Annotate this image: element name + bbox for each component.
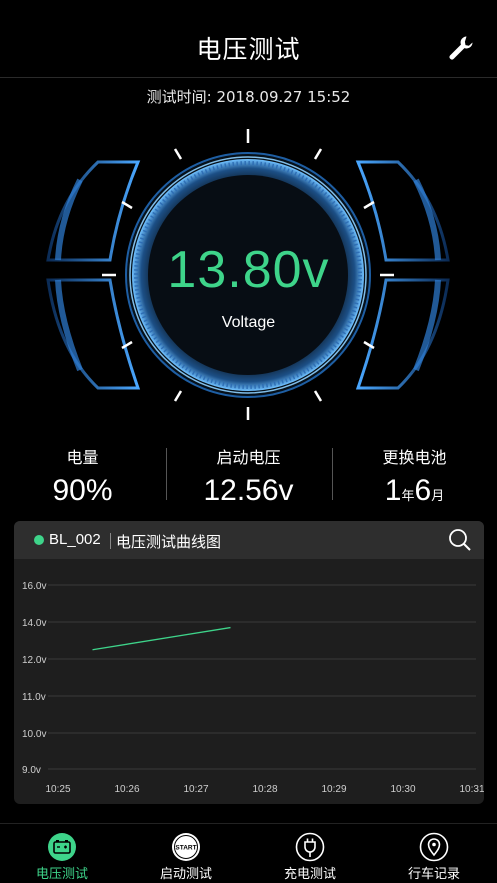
y-tick-label: 16.0v <box>22 581 46 592</box>
stat-replace-battery: 更换电池 1年6月 <box>332 440 497 508</box>
nav-driving-record[interactable]: 行车记录 <box>372 824 496 883</box>
divider <box>110 533 111 549</box>
months-value: 6 <box>414 474 432 507</box>
x-tick-label: 10:29 <box>321 784 346 795</box>
x-tick-label: 10:30 <box>390 784 415 795</box>
months-unit: 月 <box>431 488 445 503</box>
stat-label: 更换电池 <box>382 448 447 467</box>
y-tick-label: 10.0v <box>22 729 46 740</box>
nav-voltage-test[interactable]: 电压测试 <box>0 824 124 883</box>
stats-row: 电量 90% 启动电压 12.56v 更换电池 1年6月 <box>0 440 497 510</box>
stat-value: 12.56v <box>203 474 294 507</box>
x-tick-label: 10:25 <box>45 784 70 795</box>
y-tick-label: 9.0v <box>22 765 41 776</box>
y-tick-label: 11.0v <box>22 692 46 703</box>
years-value: 1 <box>384 474 402 507</box>
status-dot <box>34 535 44 545</box>
voltage-chart-card: BL_002 电压测试曲线图 16.0v 14.0v 12.0v 11.0v 10.0v… <box>14 521 484 804</box>
nav-label: 充电测试 <box>283 867 336 882</box>
y-tick-label: 14.0v <box>22 618 46 629</box>
y-tick-label: 12.0v <box>22 655 46 666</box>
bottom-nav: 电压测试 START 启动测试 充电测试 行车记录 <box>0 823 497 883</box>
start-text: START <box>175 845 196 852</box>
nav-charge-test[interactable]: 充电测试 <box>248 824 372 883</box>
chart-header: BL_002 电压测试曲线图 <box>14 521 484 559</box>
stat-value: 90% <box>52 474 113 507</box>
stat-label: 电量 <box>66 448 99 467</box>
nav-label: 行车记录 <box>407 867 460 882</box>
stat-label: 启动电压 <box>216 448 281 467</box>
chart-title: 电压测试曲线图 <box>116 533 222 551</box>
x-tick-label: 10:31 <box>459 784 484 795</box>
x-tick-label: 10:27 <box>183 784 208 795</box>
plug-icon <box>295 832 325 862</box>
location-icon <box>419 832 449 862</box>
page-title: 电压测试 <box>196 35 301 64</box>
nav-label: 启动测试 <box>159 867 212 882</box>
line-chart: 16.0v 14.0v 12.0v 11.0v 10.0v 9.0v 10:25 10:26 1… <box>22 581 484 795</box>
voltage-label: Voltage <box>221 314 276 331</box>
x-tick-label: 10:28 <box>252 784 277 795</box>
app-header: 电压测试 <box>0 0 497 78</box>
stat-start-voltage: 启动电压 12.56v <box>166 440 331 508</box>
battery-icon <box>48 833 76 861</box>
x-tick-label: 10:26 <box>114 784 139 795</box>
voltage-value: 13.80v <box>167 241 330 299</box>
search-icon[interactable] <box>448 528 472 552</box>
years-unit: 年 <box>401 488 415 503</box>
stat-charge: 电量 90% <box>0 440 165 508</box>
start-icon: START <box>172 833 200 861</box>
wrench-icon[interactable] <box>447 34 475 62</box>
nav-start-test[interactable]: START 启动测试 <box>124 824 248 883</box>
device-name: BL_002 <box>49 531 101 548</box>
nav-label: 电压测试 <box>35 867 88 882</box>
stat-value: 1年6月 <box>332 474 497 508</box>
series-line <box>92 626 231 651</box>
test-time: 测试时间: 2018.09.27 15:52 <box>146 88 351 106</box>
